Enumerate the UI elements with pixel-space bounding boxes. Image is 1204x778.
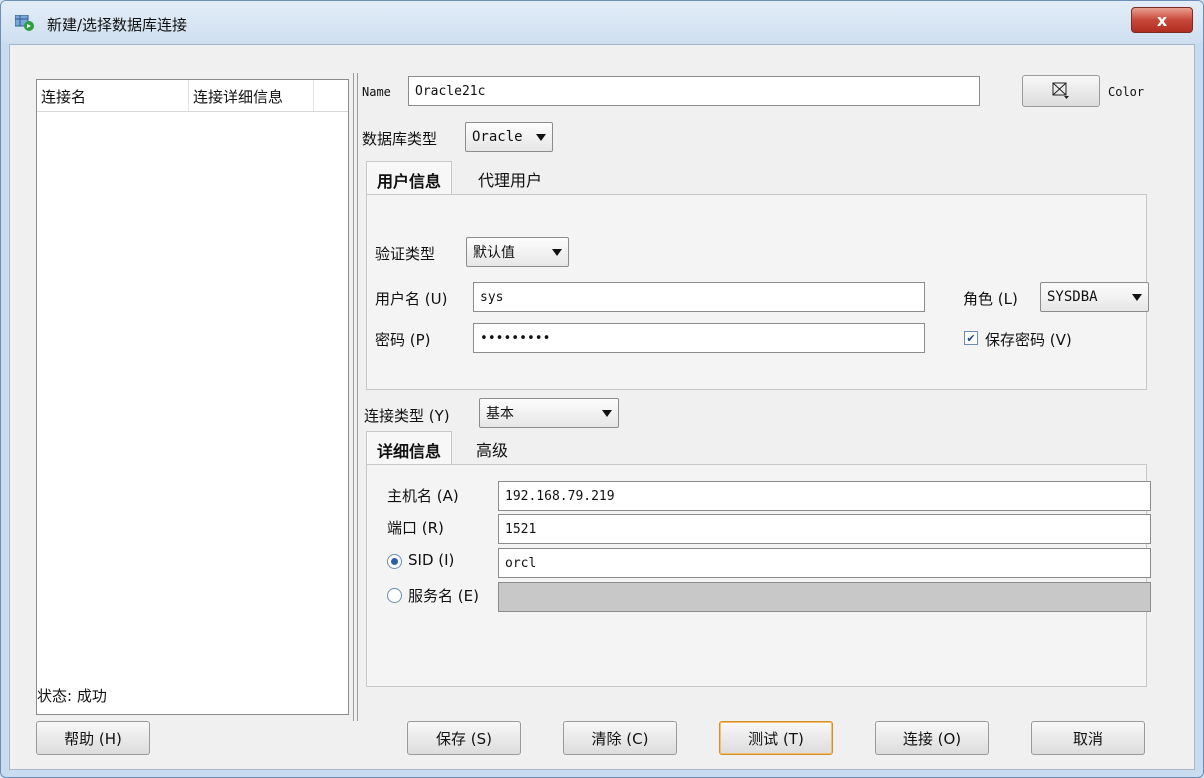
name-label: Name	[362, 85, 391, 99]
username-label: 用户名 (U)	[375, 290, 448, 308]
color-picker-button[interactable]	[1022, 75, 1100, 107]
service-name-input	[498, 582, 1151, 612]
auth-type-value: 默认值	[473, 245, 515, 261]
connection-type-label: 连接类型 (Y)	[364, 407, 450, 425]
connect-button[interactable]: 连接 (O)	[875, 721, 989, 755]
password-label: 密码 (P)	[375, 331, 431, 349]
status-text: 状态: 成功	[37, 687, 107, 705]
dialog-client-area: 连接名 连接详细信息 状态: 成功 Name Oracle21c Color 数…	[9, 44, 1195, 770]
tab-proxy-user[interactable]: 代理用户	[468, 161, 552, 195]
chevron-down-icon	[536, 134, 546, 141]
port-label: 端口 (R)	[387, 519, 444, 537]
connection-type-select[interactable]: 基本	[479, 398, 619, 428]
chevron-down-icon	[552, 249, 562, 256]
port-input[interactable]: 1521	[498, 514, 1151, 544]
service-name-radio[interactable]	[387, 588, 402, 603]
close-button[interactable]: x	[1131, 7, 1193, 33]
color-label: Color	[1108, 85, 1145, 99]
db-type-label: 数据库类型	[362, 130, 438, 148]
db-type-select[interactable]: Oracle	[465, 122, 553, 152]
save-password-checkbox[interactable]: ✔	[964, 331, 978, 345]
hostname-label: 主机名 (A)	[387, 487, 459, 505]
role-value: SYSDBA	[1047, 289, 1098, 305]
db-type-value: Oracle	[472, 129, 523, 145]
user-info-panel: 验证类型 默认值 用户名 (U) sys 角色 (L) SYSDBA 密码 (P…	[366, 194, 1149, 390]
password-input[interactable]: •••••••••	[473, 323, 925, 353]
window-title: 新建/选择数据库连接	[47, 16, 188, 34]
panel-splitter[interactable]	[353, 73, 358, 721]
column-header-connection-details[interactable]: 连接详细信息	[189, 80, 314, 111]
connection-details-panel: 主机名 (A) 192.168.79.219 端口 (R) 1521 SID (…	[366, 464, 1151, 687]
sid-label: SID (I)	[408, 551, 455, 569]
database-connection-icon	[15, 15, 34, 31]
role-select[interactable]: SYSDBA	[1040, 282, 1149, 312]
chevron-down-icon	[1132, 294, 1142, 301]
dialog-window: 新建/选择数据库连接 x 连接名 连接详细信息 状态: 成功 Name Orac…	[0, 0, 1204, 778]
connection-list-header: 连接名 连接详细信息	[37, 80, 348, 112]
column-header-connection-name[interactable]: 连接名	[37, 80, 189, 111]
sid-input[interactable]: orcl	[498, 548, 1151, 578]
connection-type-value: 基本	[486, 406, 514, 422]
tab-user-info[interactable]: 用户信息	[366, 161, 453, 195]
cancel-button[interactable]: 取消	[1031, 721, 1145, 755]
connection-list[interactable]: 连接名 连接详细信息	[36, 79, 349, 715]
tab-advanced[interactable]: 高级	[466, 431, 518, 465]
help-button[interactable]: 帮助 (H)	[36, 721, 150, 755]
hostname-input[interactable]: 192.168.79.219	[498, 481, 1151, 511]
role-label: 角色 (L)	[963, 290, 1018, 308]
auth-type-label: 验证类型	[375, 245, 436, 263]
radio-dot	[391, 558, 398, 565]
chevron-down-icon	[602, 410, 612, 417]
test-button[interactable]: 测试 (T)	[719, 721, 833, 755]
service-name-label: 服务名 (E)	[408, 587, 479, 605]
save-button[interactable]: 保存 (S)	[407, 721, 521, 755]
sid-radio[interactable]	[387, 554, 402, 569]
save-password-label: 保存密码 (V)	[985, 331, 1072, 349]
name-input[interactable]: Oracle21c	[408, 76, 980, 106]
title-bar[interactable]: 新建/选择数据库连接 x	[1, 1, 1203, 43]
clear-button[interactable]: 清除 (C)	[563, 721, 677, 755]
close-icon: x	[1156, 10, 1168, 30]
auth-type-select[interactable]: 默认值	[466, 237, 569, 267]
tab-details[interactable]: 详细信息	[366, 431, 453, 465]
color-swatch-icon	[1052, 82, 1069, 99]
username-input[interactable]: sys	[473, 282, 925, 312]
